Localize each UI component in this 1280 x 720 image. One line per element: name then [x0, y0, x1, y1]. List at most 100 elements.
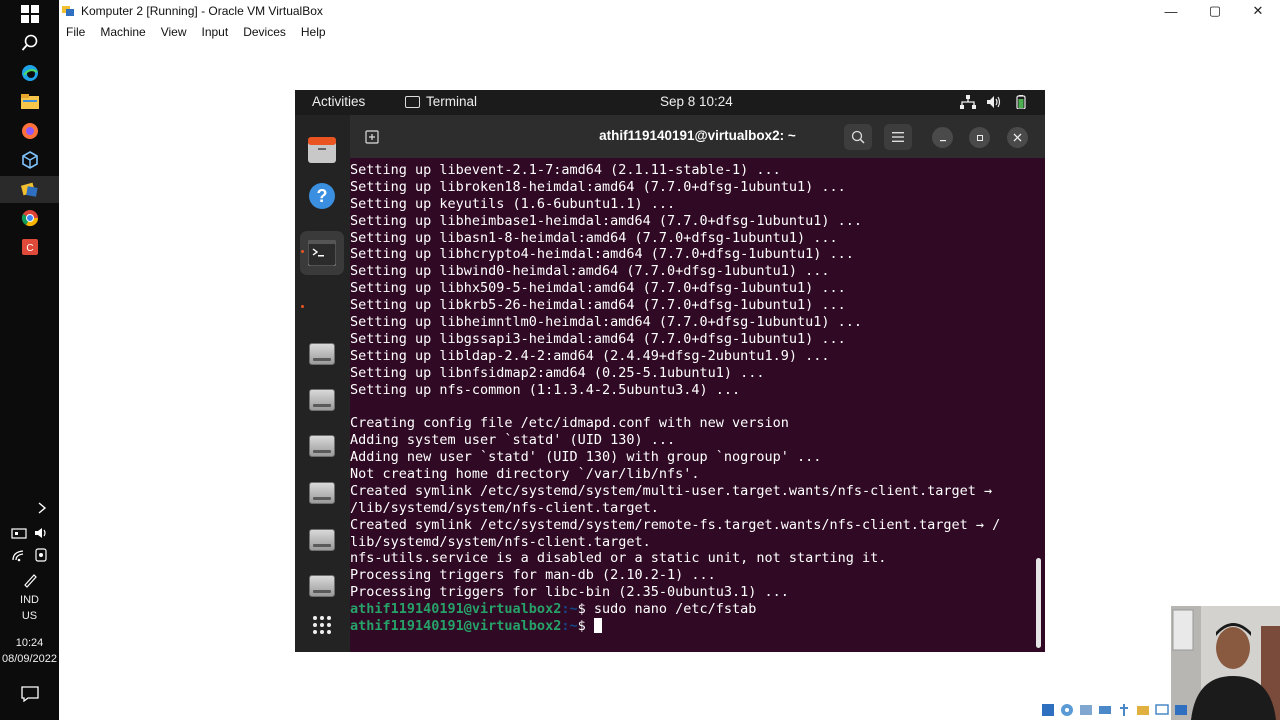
volume-icon[interactable]	[986, 95, 1002, 109]
windows-start-icon[interactable]	[18, 2, 42, 26]
terminal-line: /lib/systemd/system/nfs-client.target.	[350, 499, 659, 516]
virtualbox-titlebar[interactable]: Komputer 2 [Running] - Oracle VM Virtual…	[59, 0, 1280, 22]
language-region-indicator[interactable]: US	[0, 610, 59, 622]
terminal-line: Setting up libgssapi3-heimdal:amd64 (7.7…	[350, 330, 846, 347]
network-status-icon[interactable]	[1097, 702, 1113, 718]
terminal-line: Setting up libheimbase1-heimdal:amd64 (7…	[350, 212, 863, 229]
disk-status-icon[interactable]	[1040, 702, 1056, 718]
svg-text:C: C	[26, 243, 33, 254]
edge-browser-icon[interactable]	[18, 61, 42, 85]
drive-icon[interactable]	[309, 389, 335, 411]
red-app-icon[interactable]: C	[18, 235, 42, 259]
terminal-maximize-button[interactable]	[969, 127, 990, 148]
firefox-icon[interactable]	[18, 119, 42, 143]
prompt-path: :~	[561, 618, 578, 635]
menu-devices[interactable]: Devices	[243, 25, 286, 39]
close-button[interactable]: ✕	[1236, 0, 1280, 22]
search-icon[interactable]	[18, 31, 42, 55]
usb-status-icon[interactable]	[1116, 702, 1132, 718]
terminal-line: Created symlink /etc/systemd/system/remo…	[350, 516, 1001, 533]
terminal-line: Setting up libroken18-heimdal:amd64 (7.7…	[350, 178, 846, 195]
hamburger-menu-button[interactable]	[884, 124, 912, 150]
prompt-user: athif119140191@virtualbox2	[350, 601, 562, 618]
terminal-line: Creating config file /etc/idmapd.conf wi…	[350, 415, 789, 432]
volume-tray-icon[interactable]	[31, 521, 51, 545]
gnome-clock[interactable]: Sep 8 10:24	[660, 94, 733, 109]
notification-center-icon[interactable]	[18, 682, 42, 706]
drive-icon[interactable]	[309, 482, 335, 504]
terminal-scrollbar[interactable]	[1036, 558, 1041, 648]
audio-status-icon[interactable]	[1078, 702, 1094, 718]
menu-machine[interactable]: Machine	[100, 25, 145, 39]
terminal-line: Processing triggers for libc-bin (2.35-0…	[350, 584, 789, 601]
terminal-line: nfs-utils.service is a disabled or a sta…	[350, 550, 887, 567]
language-indicator[interactable]: IND	[0, 594, 59, 606]
terminal-line: Adding new user `statd' (UID 130) with g…	[350, 449, 822, 466]
drive-icon[interactable]	[309, 529, 335, 551]
gnome-top-bar: Activities Terminal Sep 8 10:24	[295, 90, 1045, 115]
prompt-line: athif119140191@virtualbox2:~$ sudo nano …	[350, 601, 1000, 618]
app-menu[interactable]: Terminal	[405, 94, 477, 109]
menu-file[interactable]: File	[66, 25, 85, 39]
display-tray-icon[interactable]	[31, 543, 51, 567]
command-text	[586, 618, 594, 634]
menu-input[interactable]: Input	[202, 25, 229, 39]
terminal-line: Setting up libhx509-5-heimdal:amd64 (7.7…	[350, 280, 846, 297]
window-title: Komputer 2 [Running] - Oracle VM Virtual…	[81, 4, 323, 18]
wifi-tray-icon[interactable]	[9, 543, 29, 567]
shared-folder-status-icon[interactable]	[1135, 702, 1151, 718]
menu-view[interactable]: View	[161, 25, 187, 39]
terminal-line: Setting up libasn1-8-heimdal:amd64 (7.7.…	[350, 229, 838, 246]
chrome-icon[interactable]	[18, 206, 42, 230]
chevron-right-icon[interactable]	[30, 496, 54, 520]
network-tray-icon[interactable]	[9, 521, 29, 545]
show-applications-icon[interactable]	[307, 610, 337, 640]
svg-text:?: ?	[317, 186, 328, 206]
terminal-line: Setting up nfs-common (1:1.3.4-2.5ubuntu…	[350, 381, 741, 398]
terminal-line: lib/systemd/system/nfs-client.target.	[350, 533, 651, 550]
virtualbox-menubar: File Machine View Input Devices Help	[59, 22, 1280, 42]
terminal-line: Setting up keyutils (1.6-6ubuntu1.1) ...	[350, 195, 676, 212]
terminal-line: Not creating home directory `/var/lib/nf…	[350, 466, 700, 483]
help-icon[interactable]: ?	[307, 181, 337, 211]
terminal-line: Setting up libldap-2.4-2:amd64 (2.4.49+d…	[350, 347, 830, 364]
terminal-lines: Setting up libevent-2.1-7:amd64 (2.1.11-…	[350, 162, 1000, 635]
recording-status-icon[interactable]	[1173, 702, 1189, 718]
network-icon[interactable]	[960, 95, 976, 109]
vm-screen[interactable]: Activities Terminal Sep 8 10:24 ? athif1…	[295, 90, 1045, 652]
terminal-app-icon	[405, 95, 420, 108]
menu-help[interactable]: Help	[301, 25, 326, 39]
display-status-icon[interactable]	[1154, 702, 1170, 718]
terminal-line: Processing triggers for man-db (2.10.2-1…	[350, 567, 716, 584]
terminal-headerbar[interactable]: athif119140191@virtualbox2: ~	[350, 115, 1045, 158]
prompt-line: athif119140191@virtualbox2:~$	[350, 618, 1000, 635]
prompt-path: :~	[561, 601, 578, 618]
maximize-button[interactable]: ▢	[1193, 0, 1237, 22]
package-app-icon[interactable]	[18, 148, 42, 172]
optical-status-icon[interactable]	[1059, 702, 1075, 718]
virtualbox-app-icon	[61, 4, 75, 23]
pen-tray-icon[interactable]	[18, 568, 42, 592]
system-clock-date[interactable]: 08/09/2022	[0, 653, 59, 665]
drive-icon[interactable]	[309, 575, 335, 597]
windows-taskbar: C IND US 10:24 08/09/2022	[0, 0, 59, 720]
files-app-icon[interactable]	[307, 135, 337, 165]
terminal-output[interactable]: Setting up libevent-2.1-7:amd64 (2.1.11-…	[350, 158, 1045, 652]
terminal-line: Setting up libnfsidmap2:amd64 (0.25-5.1u…	[350, 364, 765, 381]
vbox-status-icons	[1040, 702, 1189, 718]
drive-icon[interactable]	[309, 343, 335, 365]
prompt-symbol: $	[577, 601, 586, 618]
search-button[interactable]	[844, 124, 872, 150]
drive-icon[interactable]	[309, 435, 335, 457]
activities-button[interactable]: Activities	[312, 94, 365, 109]
battery-icon[interactable]	[1013, 95, 1029, 110]
terminal-minimize-button[interactable]	[932, 127, 953, 148]
minimize-button[interactable]: —	[1149, 0, 1193, 22]
file-explorer-icon[interactable]	[18, 90, 42, 114]
ubuntu-dock: ?	[295, 115, 350, 652]
virtualbox-taskbar-icon[interactable]	[0, 176, 59, 203]
terminal-dock-icon[interactable]	[307, 238, 337, 268]
terminal-close-button[interactable]	[1007, 127, 1028, 148]
system-clock-time[interactable]: 10:24	[0, 637, 59, 649]
